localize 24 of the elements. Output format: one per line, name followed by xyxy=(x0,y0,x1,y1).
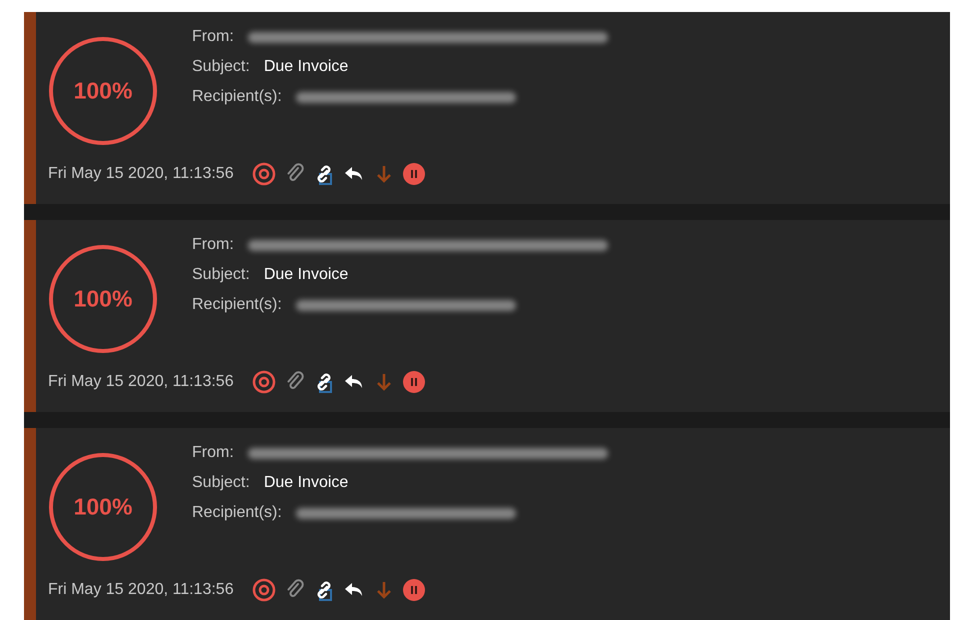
pause-icon[interactable] xyxy=(402,578,426,602)
date-text: Fri May 15 2020, 11:13:56 xyxy=(48,373,234,391)
target-icon[interactable] xyxy=(252,370,276,394)
score-text: 100% xyxy=(74,286,132,312)
field-label: From: xyxy=(192,236,234,254)
date-text: Fri May 15 2020, 11:13:56 xyxy=(48,581,234,599)
subject-text: Due Invoice xyxy=(264,58,348,76)
subject-text: Due Invoice xyxy=(264,474,348,492)
pause-icon[interactable] xyxy=(402,370,426,394)
target-icon[interactable] xyxy=(252,162,276,186)
field-label: From: xyxy=(192,444,234,462)
field-label: Recipient(s): xyxy=(192,296,282,314)
score-text: 100% xyxy=(74,78,132,104)
field-label: From: xyxy=(192,28,234,46)
pause-icon[interactable] xyxy=(402,162,426,186)
field-label: Subject: xyxy=(192,266,250,284)
field-label: Recipient(s): xyxy=(192,504,282,522)
target-icon[interactable] xyxy=(252,578,276,602)
field-label: Subject: xyxy=(192,58,250,76)
score-text: 100% xyxy=(74,494,132,520)
subject-text: Due Invoice xyxy=(264,266,348,284)
field-label: Recipient(s): xyxy=(192,88,282,106)
field-label: Subject: xyxy=(192,474,250,492)
date-text: Fri May 15 2020, 11:13:56 xyxy=(48,165,234,183)
